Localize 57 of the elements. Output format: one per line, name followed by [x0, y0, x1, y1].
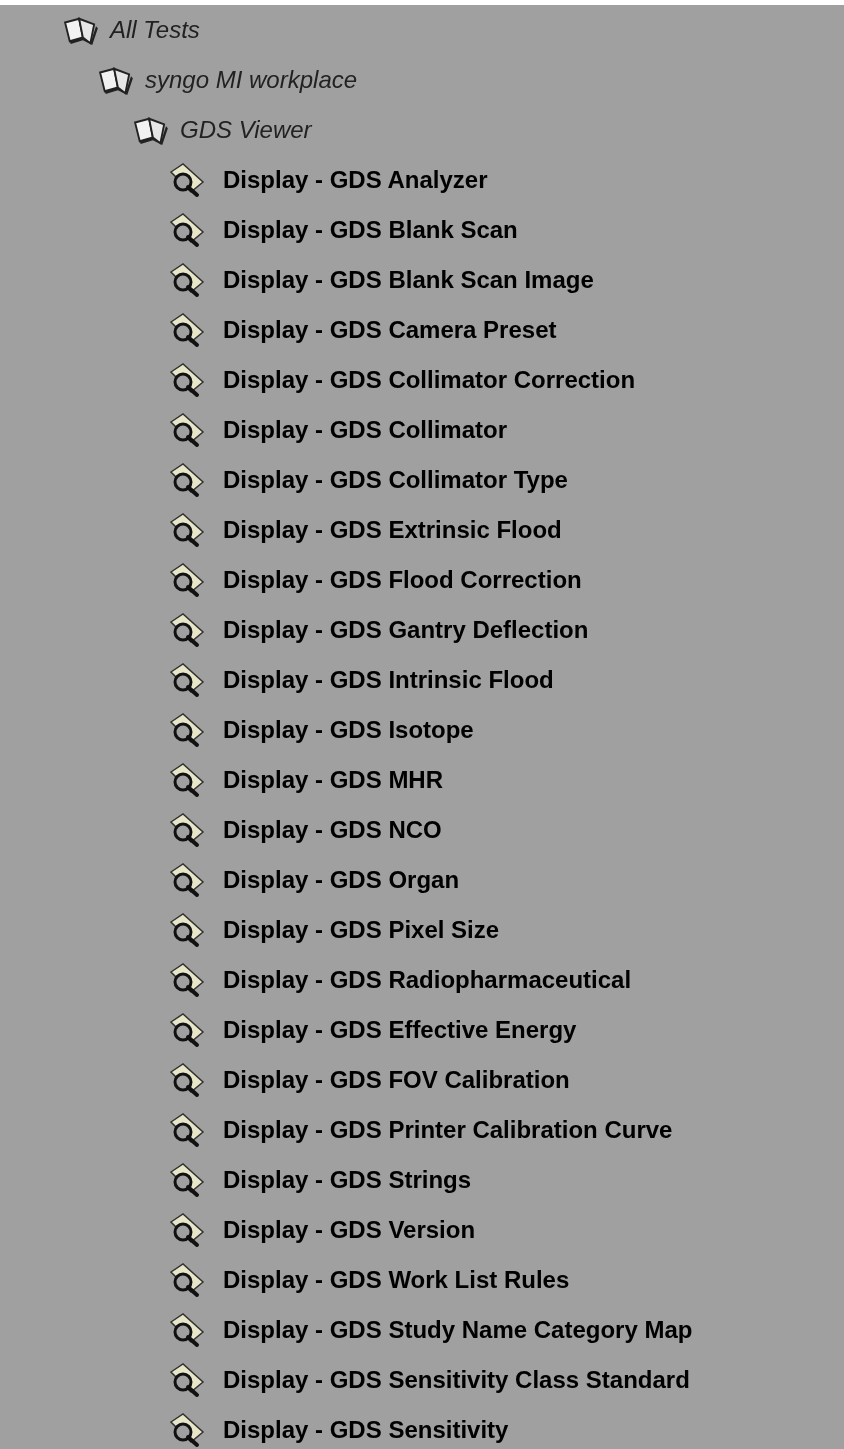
test-item-label[interactable]: Display - GDS Sensitivity Class Standard	[223, 1366, 690, 1394]
test-item-label[interactable]: Display - GDS FOV Calibration	[223, 1066, 570, 1094]
document-magnifier-icon	[167, 1012, 207, 1048]
open-book-icon	[97, 65, 135, 95]
test-item-label[interactable]: Display - GDS Collimator	[223, 416, 508, 444]
document-magnifier-icon	[167, 1362, 207, 1398]
test-item-label[interactable]: Display - GDS Isotope	[223, 716, 474, 744]
document-magnifier-icon	[167, 712, 207, 748]
document-magnifier-icon	[167, 862, 207, 898]
document-magnifier-icon	[167, 1312, 207, 1348]
document-magnifier-icon	[167, 612, 207, 648]
test-item-label[interactable]: Display - GDS Blank Scan	[223, 216, 518, 244]
document-magnifier-icon	[167, 412, 207, 448]
test-item-label[interactable]: Display - GDS Work List Rules	[223, 1266, 570, 1294]
document-magnifier-icon	[167, 762, 207, 798]
test-item-label[interactable]: Display - GDS Study Name Category Map	[223, 1316, 693, 1344]
test-item-label[interactable]: Display - GDS Pixel Size	[223, 916, 500, 944]
test-item-label[interactable]: Display - GDS Extrinsic Flood	[223, 516, 562, 544]
document-magnifier-icon	[167, 462, 207, 498]
document-magnifier-icon	[167, 1262, 207, 1298]
document-magnifier-icon	[167, 1112, 207, 1148]
test-item-label[interactable]: Display - GDS Analyzer	[223, 166, 488, 194]
open-book-icon	[62, 15, 100, 45]
document-magnifier-icon	[167, 1212, 207, 1248]
document-magnifier-icon	[167, 262, 207, 298]
test-item-label[interactable]: Display - GDS Printer Calibration Curve	[223, 1116, 673, 1144]
test-item-label[interactable]: Display - GDS Blank Scan Image	[223, 266, 594, 294]
document-magnifier-icon	[167, 562, 207, 598]
tree-node-label[interactable]: GDS Viewer	[180, 116, 312, 144]
test-item-label[interactable]: Display - GDS Organ	[223, 866, 460, 894]
tree-node-label[interactable]: All Tests	[110, 16, 200, 44]
test-item-label[interactable]: Display - GDS Flood Correction	[223, 566, 582, 594]
document-magnifier-icon	[167, 512, 207, 548]
document-magnifier-icon	[167, 162, 207, 198]
test-item-label[interactable]: Display - GDS MHR	[223, 766, 444, 794]
document-magnifier-icon	[167, 1162, 207, 1198]
document-magnifier-icon	[167, 312, 207, 348]
test-item-label[interactable]: Display - GDS Collimator Type	[223, 466, 568, 494]
test-item-label[interactable]: Display - GDS Sensitivity	[223, 1416, 509, 1444]
test-item-label[interactable]: Display - GDS Collimator Correction	[223, 366, 636, 394]
document-magnifier-icon	[167, 1062, 207, 1098]
document-magnifier-icon	[167, 212, 207, 248]
test-item-label[interactable]: Display - GDS NCO	[223, 816, 442, 844]
tree-node-label[interactable]: syngo MI workplace	[145, 66, 358, 94]
test-item-label[interactable]: Display - GDS Strings	[223, 1166, 472, 1194]
test-item-label[interactable]: Display - GDS Version	[223, 1216, 476, 1244]
test-item-label[interactable]: Display - GDS Camera Preset	[223, 316, 557, 344]
document-magnifier-icon	[167, 362, 207, 398]
test-item-label[interactable]: Display - GDS Radiopharmaceutical	[223, 966, 632, 994]
test-item-label[interactable]: Display - GDS Intrinsic Flood	[223, 666, 554, 694]
document-magnifier-icon	[167, 662, 207, 698]
document-magnifier-icon	[167, 912, 207, 948]
test-item-label[interactable]: Display - GDS Gantry Deflection	[223, 616, 589, 644]
test-item-label[interactable]: Display - GDS Effective Energy	[223, 1016, 577, 1044]
document-magnifier-icon	[167, 812, 207, 848]
document-magnifier-icon	[167, 962, 207, 998]
open-book-icon	[132, 115, 170, 145]
